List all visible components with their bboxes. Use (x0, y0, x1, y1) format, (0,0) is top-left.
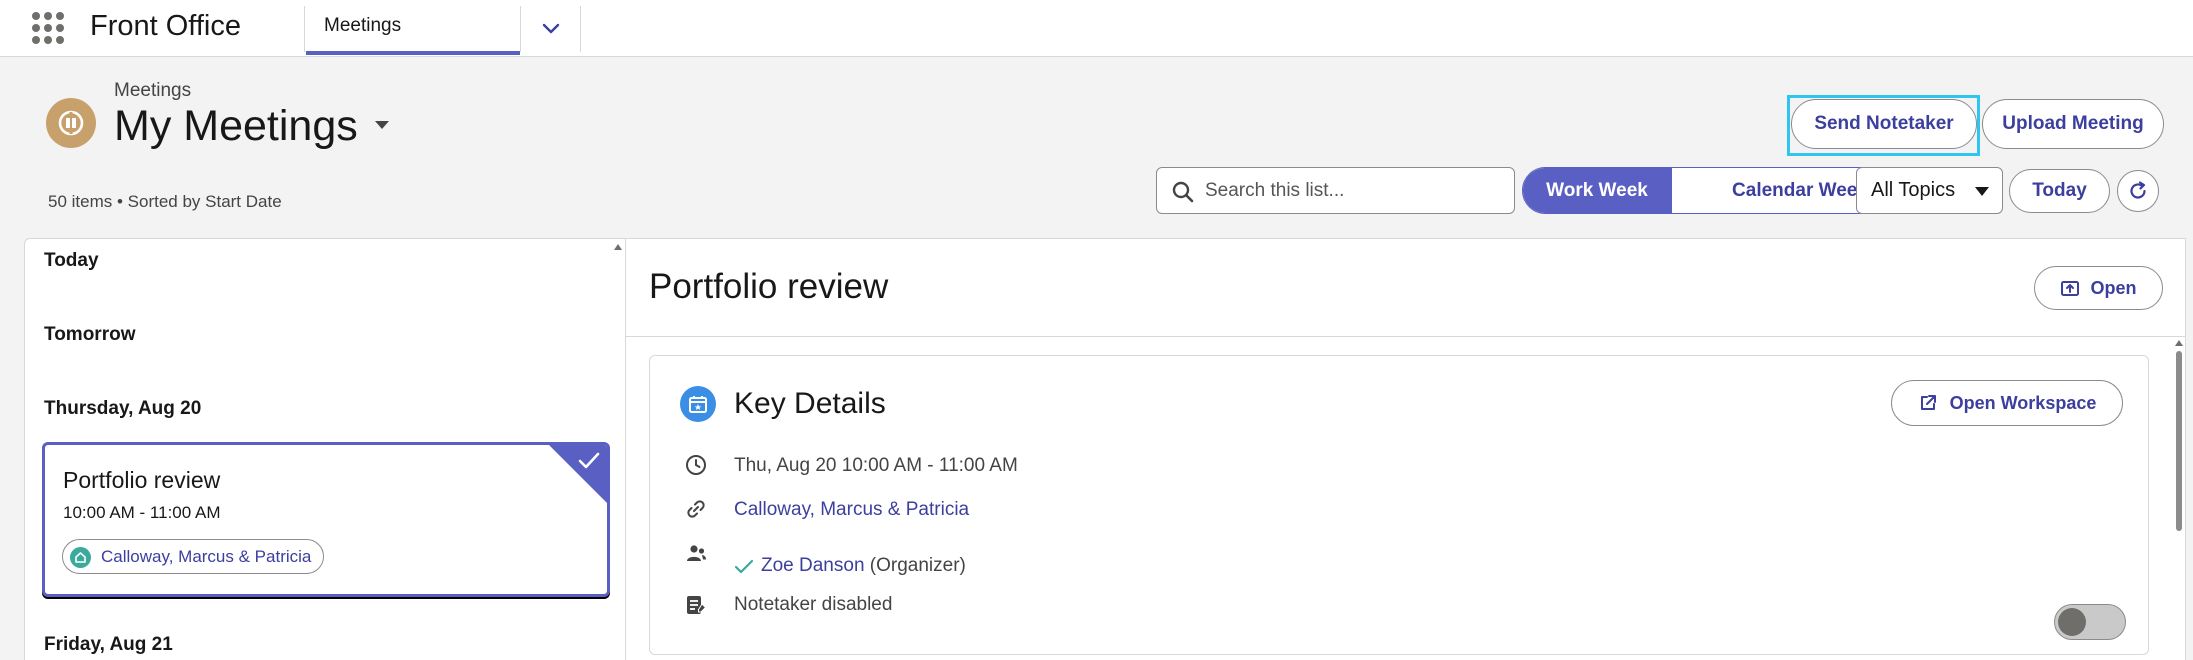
detail-scrollbar[interactable] (2174, 339, 2184, 660)
today-button[interactable]: Today (2009, 169, 2110, 213)
open-workspace-label: Open Workspace (1949, 392, 2097, 413)
upload-meeting-button[interactable]: Upload Meeting (1982, 99, 2164, 149)
group-heading-thursday: Thursday, Aug 20 (44, 398, 202, 419)
chevron-down-icon[interactable] (536, 14, 566, 44)
global-header: Front Office Meetings (0, 0, 2193, 57)
list-view-dropdown-icon[interactable] (372, 118, 392, 132)
external-link-icon (1920, 395, 1936, 410)
group-heading-friday: Friday, Aug 21 (44, 634, 173, 655)
group-heading-today: Today (44, 250, 99, 271)
open-button-label: Open (2090, 277, 2137, 298)
detail-header: Portfolio review Open (626, 239, 2185, 337)
caret-down-icon (1975, 187, 1989, 196)
calendar-icon (680, 386, 716, 422)
nav-tab-meetings[interactable]: Meetings (306, 0, 520, 55)
search-icon (1172, 181, 1194, 203)
account-chip-label: Calloway, Marcus & Patricia (101, 546, 312, 566)
meeting-datetime: Thu, Aug 20 10:00 AM - 11:00 AM (734, 455, 1018, 476)
open-button[interactable]: Open (2034, 266, 2163, 310)
search-box (1156, 167, 1515, 214)
list-meta: 50 items • Sorted by Start Date (48, 192, 282, 211)
group-heading-tomorrow: Tomorrow (44, 324, 136, 345)
object-label: Meetings (114, 80, 192, 101)
meeting-card-title: Portfolio review (63, 467, 221, 493)
nav-divider (580, 6, 581, 52)
scrollbar-thumb[interactable] (2176, 351, 2182, 531)
topic-select-value: All Topics (1871, 179, 1956, 201)
related-account-link[interactable]: Calloway, Marcus & Patricia (734, 499, 969, 521)
key-details-title: Key Details (734, 387, 886, 420)
work-week-button[interactable]: Work Week (1523, 168, 1671, 213)
account-chip[interactable]: Calloway, Marcus & Patricia (62, 539, 325, 574)
toggle-knob (2058, 608, 2086, 636)
detail-title: Portfolio review (649, 267, 889, 306)
open-workspace-button[interactable]: Open Workspace (1891, 380, 2123, 426)
link-icon (687, 500, 705, 518)
meeting-list: Today Tomorrow Thursday, Aug 20 Portfoli… (24, 238, 626, 660)
organizer-link[interactable]: Zoe Danson (761, 555, 865, 576)
notetaker-status: Notetaker disabled (734, 594, 893, 615)
key-details-card: Key Details Open Workspace Thu, Aug 20 1… (649, 355, 2149, 655)
nav-divider (304, 6, 305, 52)
scroll-up-icon (2175, 340, 2183, 346)
open-icon (2061, 281, 2080, 296)
organizer-role: (Organizer) (869, 555, 966, 576)
search-input[interactable] (1205, 176, 1501, 206)
app-launcher-icon[interactable] (32, 12, 64, 44)
scroll-up-icon[interactable] (613, 243, 623, 251)
topic-select[interactable]: All Topics (1856, 167, 2003, 214)
check-icon (734, 559, 754, 574)
meeting-card-selected[interactable]: Portfolio review 10:00 AM - 11:00 AM Cal… (42, 442, 610, 597)
notetaker-icon (687, 596, 707, 614)
notetaker-toggle[interactable] (2054, 604, 2126, 640)
check-icon (578, 452, 600, 469)
send-notetaker-button[interactable]: Send Notetaker (1791, 99, 1977, 149)
app-name: Front Office (90, 10, 241, 42)
meeting-card-time: 10:00 AM - 11:00 AM (63, 503, 221, 522)
clock-icon (686, 455, 706, 475)
organizer: Zoe Danson (Organizer) (761, 555, 966, 577)
household-icon (70, 547, 91, 568)
nav-divider (520, 6, 521, 52)
refresh-icon (2130, 181, 2146, 199)
meeting-detail: Portfolio review Open Key Details Open W… (626, 238, 2186, 660)
refresh-button[interactable] (2117, 170, 2159, 212)
list-view-title: My Meetings (114, 102, 358, 150)
meeting-icon (46, 98, 96, 148)
people-icon (687, 545, 706, 561)
